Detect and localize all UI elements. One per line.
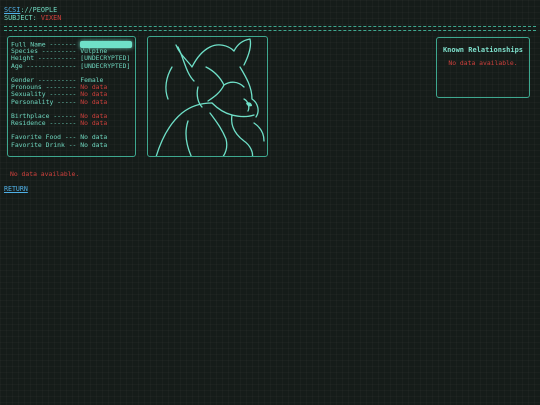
profile-value: [UNDECRYPTED] — [80, 61, 131, 70]
profile-row: Personality ----- No data — [11, 97, 135, 106]
profile-row: Age ------------- [UNDECRYPTED] — [11, 61, 135, 70]
profile-value: No data — [80, 97, 108, 106]
subject-value: VIXEN — [40, 14, 62, 22]
profile-label: Residence ------- — [11, 119, 77, 128]
relationships-panel: Known Relationships No data available. — [436, 37, 530, 98]
profile-value: No data — [80, 119, 108, 128]
subject-line: SUBJECT: VIXEN — [4, 14, 61, 22]
subject-label: SUBJECT: — [4, 14, 41, 22]
breadcrumb-path: ://PEOPLE — [20, 6, 58, 14]
breadcrumb-home-link[interactable]: SCSI — [4, 6, 20, 14]
profile-value: No data — [80, 140, 108, 149]
portrait-lineart — [155, 38, 265, 156]
relationships-title: Known Relationships — [442, 46, 524, 54]
notes-empty-text: No data available. — [10, 170, 80, 178]
breadcrumb: SCSI://PEOPLE — [4, 6, 61, 14]
relationships-empty-text: No data available. — [448, 59, 518, 67]
profile-label: Personality ----- — [11, 97, 77, 106]
profile-row: Favorite Drink -- No data — [11, 140, 135, 149]
return-link[interactable]: RETURN — [4, 185, 28, 193]
profile-panel: Full Name ------- Species --------- Vulp… — [7, 36, 136, 157]
profile-label: Favorite Drink -- — [11, 140, 77, 149]
portrait-frame — [147, 36, 268, 157]
page-header: SCSI://PEOPLE SUBJECT: VIXEN — [4, 6, 61, 22]
header-divider — [4, 26, 536, 31]
profile-label: Age ------------- — [11, 61, 77, 70]
profile-row: Residence ------- No data — [11, 119, 135, 128]
